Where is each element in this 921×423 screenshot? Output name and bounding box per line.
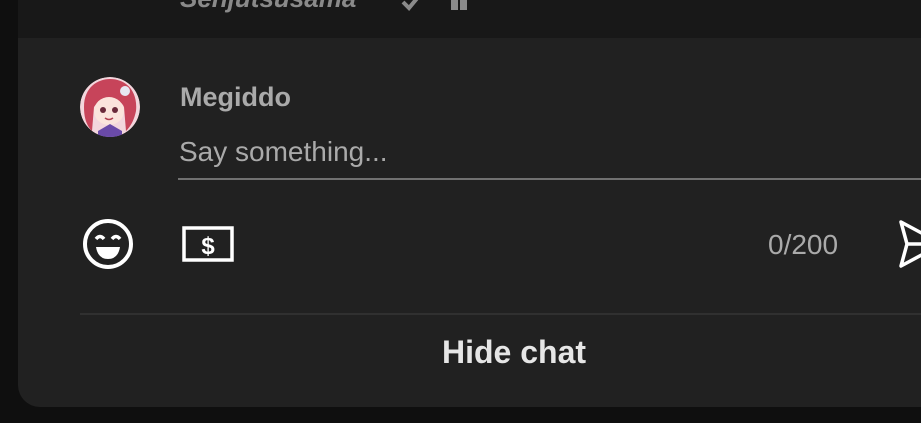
super-chat-button[interactable]: $: [182, 224, 236, 264]
chat-message-input[interactable]: Say something...: [178, 132, 921, 180]
send-button[interactable]: [896, 218, 921, 270]
previous-author-name: Senjutsusama: [180, 0, 356, 15]
smiley-face-icon: [83, 219, 133, 269]
wrench-icon: [451, 0, 467, 10]
previous-message: Senjutsusama: [18, 0, 921, 38]
live-chat-panel: Senjutsusama Megiddo Say something...: [18, 0, 921, 407]
send-arrow-icon: [899, 220, 921, 268]
character-counter: 0/200: [768, 229, 839, 260]
hide-chat-label: Hide chat: [442, 334, 587, 370]
svg-text:$: $: [201, 233, 215, 260]
dollar-bill-icon: $: [182, 226, 234, 262]
avatar: [80, 77, 140, 137]
author-name: Megiddo: [180, 82, 291, 112]
chat-input-placeholder: Say something...: [179, 136, 388, 167]
emoji-button[interactable]: [82, 218, 134, 270]
checkmark-icon: [401, 0, 419, 11]
hide-chat-button[interactable]: Hide chat: [18, 315, 921, 407]
